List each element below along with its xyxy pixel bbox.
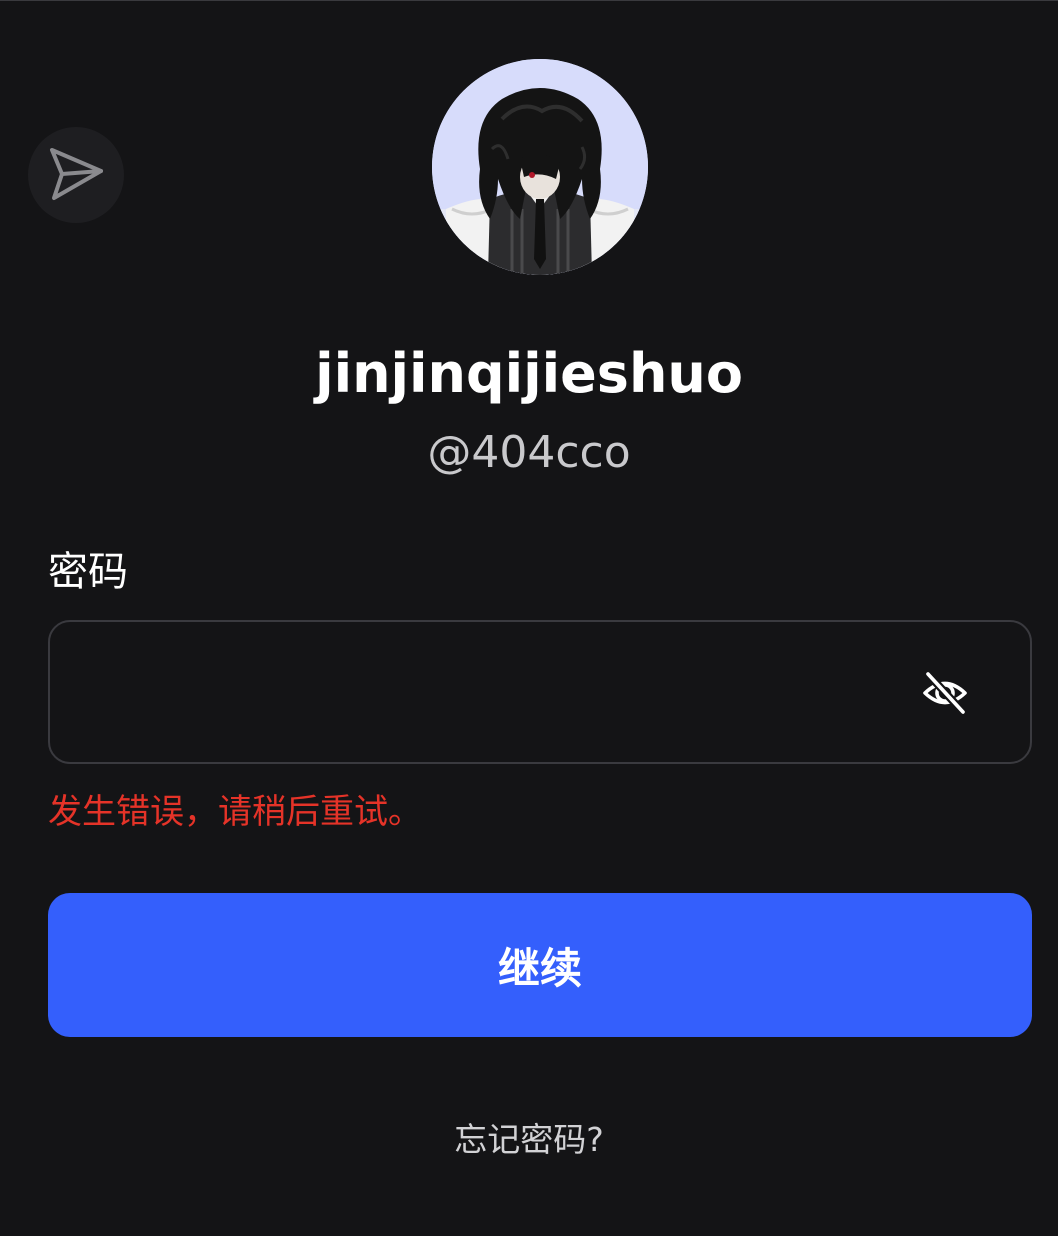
- share-button[interactable]: [28, 127, 124, 223]
- avatar: [432, 59, 648, 275]
- password-input[interactable]: [78, 622, 898, 762]
- send-icon: [50, 148, 103, 200]
- error-message: 发生错误，请稍后重试。: [48, 792, 422, 832]
- user-handle: @404cco: [427, 427, 631, 478]
- password-label: 密码: [48, 549, 128, 595]
- top-divider: [0, 0, 1058, 1]
- display-name: jinjinqijieshuo: [315, 342, 743, 405]
- eye-off-icon: [923, 670, 967, 716]
- toggle-password-visibility-button[interactable]: [922, 670, 968, 716]
- forgot-password-link[interactable]: 忘记密码?: [0, 1116, 1058, 1164]
- continue-button[interactable]: 继续: [48, 893, 1032, 1037]
- continue-button-label: 继续: [497, 943, 582, 993]
- password-field[interactable]: [48, 620, 1032, 764]
